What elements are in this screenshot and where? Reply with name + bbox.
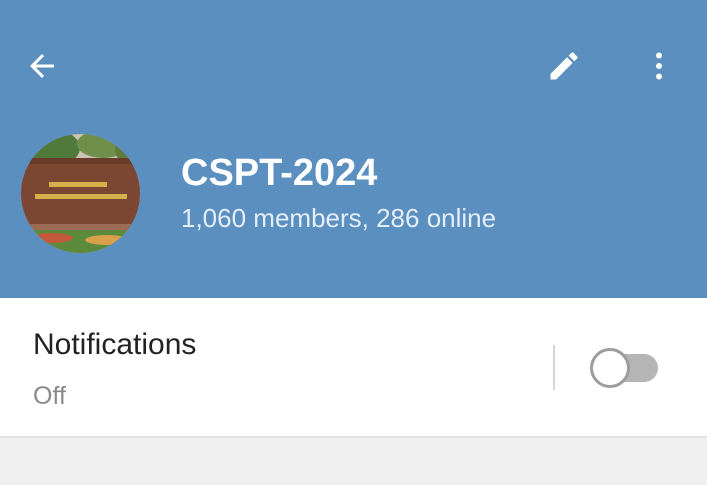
notifications-label: Notifications [33,328,197,361]
notifications-status: Off [33,382,66,410]
group-title: CSPT-2024 [181,152,378,194]
pencil-icon [550,52,578,80]
notifications-toggle[interactable] [590,348,660,388]
more-vertical-icon [656,52,662,80]
toggle-thumb[interactable] [590,348,630,388]
group-avatar[interactable] [21,134,140,253]
arrow-left-icon [30,54,54,78]
group-header: CSPT-2024 1,060 members, 286 online [0,0,707,298]
edit-button[interactable] [536,38,592,94]
vertical-divider [553,345,555,390]
more-options-button[interactable] [631,38,687,94]
back-button[interactable] [14,38,70,94]
notifications-row[interactable]: Notifications Off [0,298,707,438]
group-member-count: 1,060 members, 286 online [181,203,497,233]
group-photo-image [21,134,140,253]
